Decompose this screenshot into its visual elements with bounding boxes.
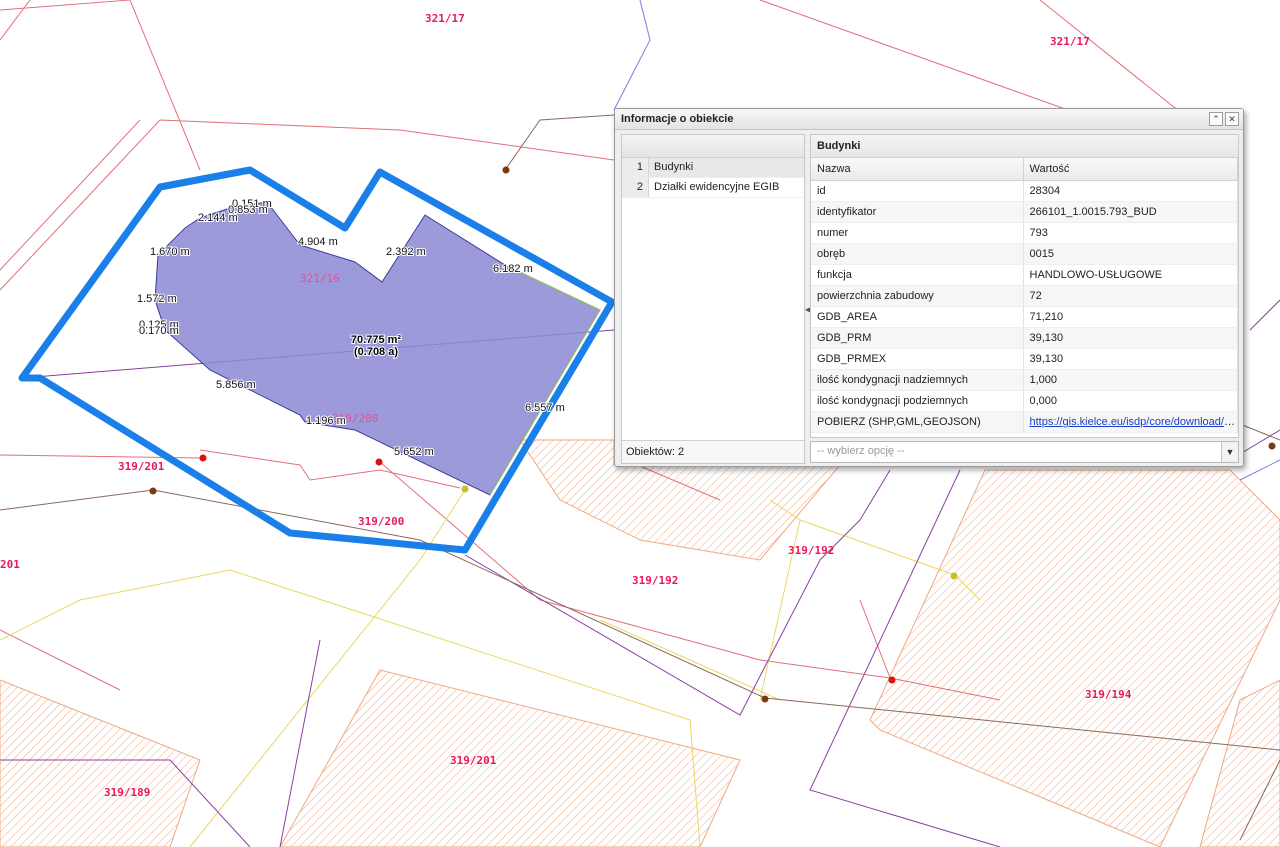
option-select[interactable]: -- wybierz opcję -- ▼	[810, 441, 1239, 463]
dimension-label: 1.572 m	[137, 293, 177, 305]
table-row[interactable]: numer 793	[811, 222, 1238, 244]
table-row[interactable]: ilość kondygnacji nadziemnych 1,000	[811, 369, 1238, 391]
row-number: 1	[636, 161, 643, 173]
hatched-buildings	[0, 439, 1280, 847]
column-header-value[interactable]: Wartość	[1023, 158, 1238, 181]
dimension-label: 5.856 m	[216, 379, 256, 391]
table-row[interactable]: obręb 0015	[811, 243, 1238, 265]
dimension-label: 6.557 m	[525, 402, 565, 414]
area-label: 70.775 m² (0.708 a)	[350, 333, 402, 359]
parcel-label: 319/194	[1085, 688, 1132, 701]
parcel-label: 321/17	[1050, 35, 1090, 48]
attr-name: identyfikator	[811, 201, 1024, 223]
close-icon[interactable]: ✕	[1225, 112, 1239, 126]
attr-value: 266101_1.0015.793_BUD	[1023, 201, 1238, 223]
attr-value: 39,130	[1023, 327, 1238, 349]
chevron-down-icon[interactable]: ▼	[1221, 442, 1238, 462]
parcel-label: 319/192	[632, 574, 678, 587]
objects-count: Obiektów: 2	[622, 440, 804, 463]
attr-value: 1,000	[1023, 369, 1238, 391]
attr-value: HANDLOWO-USŁUGOWE	[1023, 264, 1238, 286]
object-list-item-budynki[interactable]: 1 Budynki	[622, 158, 804, 178]
area-label-ares: (0.708 a)	[354, 346, 398, 358]
attr-name: GDB_AREA	[811, 306, 1024, 328]
attr-value: 71,210	[1023, 306, 1238, 328]
table-row[interactable]: GDB_AREA 71,210	[811, 306, 1238, 328]
table-row[interactable]: POBIERZ (SHP,GML,GEOJSON) https://gis.kie…	[811, 411, 1238, 433]
download-link[interactable]: https://gis.kielce.eu/isdp/core/download…	[1030, 416, 1237, 428]
attr-value: 39,130	[1023, 348, 1238, 370]
object-list-item-dzialki[interactable]: 2 Działki ewidencyjne EGIB	[622, 178, 804, 198]
attr-name: obręb	[811, 243, 1024, 265]
object-list-label: Budynki	[654, 161, 694, 173]
object-list-pane: 1 Budynki 2 Działki ewidencyjne EGIB Obi…	[621, 134, 805, 464]
object-list-header	[622, 135, 804, 158]
window-titlebar[interactable]: Informacje o obiekcie ⌃ ✕	[615, 109, 1243, 130]
object-list-label: Działki ewidencyjne EGIB	[654, 181, 780, 193]
attr-name: funkcja	[811, 264, 1024, 286]
parcel-label: 321/17	[425, 12, 465, 25]
dimension-label: 5.652 m	[394, 446, 434, 458]
parcel-label: 319/201	[118, 460, 165, 473]
table-row[interactable]: ilość kondygnacji podziemnych 0,000	[811, 390, 1238, 412]
attr-name: id	[811, 180, 1024, 202]
table-row[interactable]: identyfikator 266101_1.0015.793_BUD	[811, 201, 1238, 223]
dimension-label: 1.670 m	[150, 246, 190, 258]
dimension-label: 0.170 m	[139, 325, 179, 337]
parcel-label: 319/200	[358, 515, 404, 528]
double-chevron-up-icon[interactable]: ⌃	[1209, 112, 1223, 126]
attr-name: ilość kondygnacji nadziemnych	[811, 369, 1024, 391]
attributes-heading: Budynki	[811, 135, 1238, 158]
attr-value: 793	[1023, 222, 1238, 244]
parcel-label: 321/16	[300, 272, 340, 285]
attr-value: 28304	[1023, 180, 1238, 202]
attr-name: POBIERZ (SHP,GML,GEOJSON)	[811, 411, 1024, 433]
parcel-label: 319/192	[788, 544, 834, 557]
object-info-window[interactable]: Informacje o obiekcie ⌃ ✕ 1 Budynki 2 Dz…	[614, 108, 1244, 467]
table-row[interactable]: powierzchnia zabudowy 72	[811, 285, 1238, 307]
dimension-label: 2.144 m	[198, 212, 238, 224]
dimension-label: 4.904 m	[298, 236, 338, 248]
attr-value: 72	[1023, 285, 1238, 307]
parcel-label: 319/201	[450, 754, 497, 767]
table-row[interactable]: GDB_PRMEX 39,130	[811, 348, 1238, 370]
attr-name: powierzchnia zabudowy	[811, 285, 1024, 307]
dimension-label: 1.196 m	[306, 415, 346, 427]
attributes-table: Nazwa Wartość id 28304 identyfikator 26610…	[811, 158, 1238, 433]
dimension-label: 2.392 m	[386, 246, 426, 258]
attr-name: ilość kondygnacji podziemnych	[811, 390, 1024, 412]
attr-name: GDB_PRM	[811, 327, 1024, 349]
row-number: 2	[636, 181, 643, 193]
dimension-label: 6.182 m	[493, 263, 533, 275]
attr-value: 0,000	[1023, 390, 1238, 412]
parcel-label: 201	[0, 558, 20, 571]
window-title: Informacje o obiekcie	[621, 113, 734, 125]
attributes-pane: Budynki Nazwa Wartość id 28304 identyfika…	[810, 134, 1239, 438]
attr-name: GDB_PRMEX	[811, 348, 1024, 370]
area-label-m2: 70.775 m²	[351, 334, 401, 346]
table-row[interactable]: id 28304	[811, 180, 1238, 202]
table-row[interactable]: funkcja HANDLOWO-USŁUGOWE	[811, 264, 1238, 286]
attr-value: 0015	[1023, 243, 1238, 265]
attr-name: numer	[811, 222, 1024, 244]
table-row[interactable]: GDB_PRM 39,130	[811, 327, 1238, 349]
pane-splitter[interactable]	[805, 134, 809, 462]
select-placeholder: -- wybierz opcję --	[817, 445, 905, 457]
parcel-label: 319/189	[104, 786, 150, 799]
column-header-name[interactable]: Nazwa	[811, 158, 1024, 181]
